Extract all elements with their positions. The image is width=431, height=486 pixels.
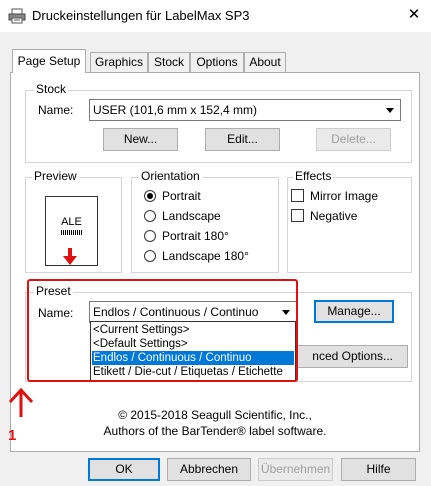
apply-button[interactable]: Übernehmen [258, 458, 333, 481]
tab-graphics[interactable]: Graphics [90, 52, 148, 72]
portrait-label[interactable]: Portrait [162, 189, 201, 203]
negative-checkbox[interactable] [291, 209, 304, 222]
barcode-icon [61, 230, 82, 235]
print-settings-dialog: Druckeinstellungen für LabelMax SP3 ✕ Pa… [0, 0, 431, 486]
portrait-180-radio[interactable] [144, 230, 156, 242]
landscape-radio[interactable] [144, 210, 156, 222]
delete-stock-button[interactable]: Delete... [316, 128, 391, 151]
copyright-line-1: © 2015-2018 Seagull Scientific, Inc., [118, 408, 312, 422]
portrait-radio[interactable] [144, 190, 156, 202]
ok-button[interactable]: OK [88, 458, 160, 481]
effects-group-label: Effects [293, 169, 334, 183]
annotation-arrow-up-icon [8, 387, 34, 418]
tab-about[interactable]: About [244, 52, 286, 72]
landscape-180-label[interactable]: Landscape 180° [162, 249, 249, 263]
landscape-label[interactable]: Landscape [162, 209, 221, 223]
copyright-line-2: Authors of the BarTender® label software… [103, 424, 327, 438]
feed-direction-arrow-icon [62, 248, 78, 266]
help-button[interactable]: Hilfe [341, 458, 416, 481]
manage-presets-button[interactable]: Manage... [314, 300, 394, 323]
tab-stock[interactable]: Stock [148, 52, 190, 72]
orientation-group-label: Orientation [139, 169, 202, 183]
landscape-180-radio[interactable] [144, 250, 156, 262]
chevron-down-icon [382, 102, 398, 118]
tab-options[interactable]: Options [190, 52, 244, 72]
mirror-image-checkbox[interactable] [291, 189, 304, 202]
stock-name-label: Name: [38, 103, 74, 117]
annotation-number: 1 [8, 427, 17, 444]
tab-page-setup[interactable]: Page Setup [12, 49, 86, 73]
stock-name-value: USER (101,6 mm x 152,4 mm) [93, 103, 258, 117]
window-title: Druckeinstellungen für LabelMax SP3 [32, 8, 250, 23]
cancel-button[interactable]: Abbrechen [167, 458, 251, 481]
printer-icon [8, 8, 26, 24]
stock-name-select[interactable]: USER (101,6 mm x 152,4 mm) [89, 99, 401, 121]
negative-label[interactable]: Negative [310, 209, 357, 223]
new-stock-button[interactable]: New... [103, 128, 178, 151]
annotation-highlight-box [27, 279, 298, 382]
preview-label-text: ALE [61, 216, 82, 228]
edit-stock-button[interactable]: Edit... [205, 128, 280, 151]
portrait-180-label[interactable]: Portrait 180° [162, 229, 229, 243]
preview-group-label: Preview [32, 169, 79, 183]
stock-group-label: Stock [34, 82, 69, 96]
close-icon[interactable]: ✕ [405, 6, 423, 24]
mirror-image-label[interactable]: Mirror Image [310, 189, 378, 203]
title-bar: Druckeinstellungen für LabelMax SP3 ✕ [0, 0, 431, 32]
